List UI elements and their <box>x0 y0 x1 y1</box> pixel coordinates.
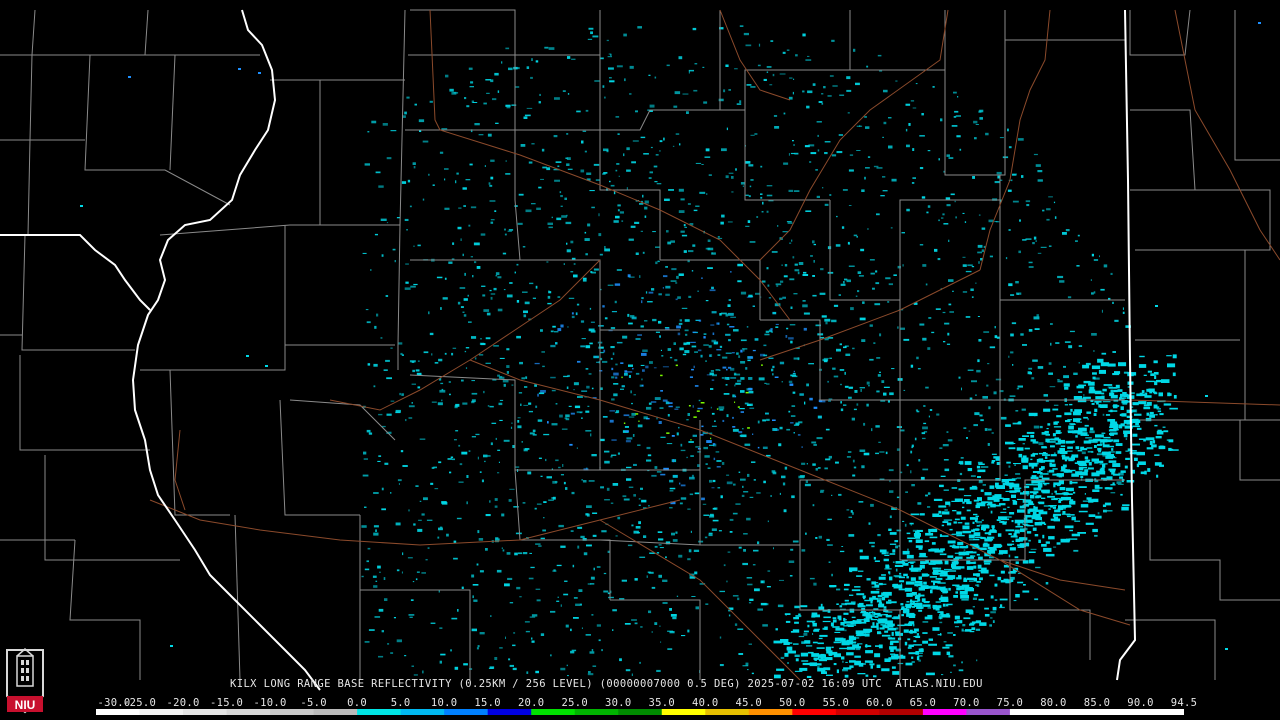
scale-label: -5.0 <box>300 697 327 709</box>
radar-site-marker <box>673 376 687 390</box>
scale-label: 35.0 <box>648 697 675 709</box>
scale-label: 75.0 <box>996 697 1024 709</box>
scale-swatch <box>618 709 663 715</box>
product-caption: KILX LONG RANGE BASE REFLECTIVITY (0.25K… <box>230 678 983 690</box>
scale-swatch <box>966 709 1011 715</box>
scale-label: 25.0 <box>561 697 588 709</box>
color-scale-labels: -30.0 -25.0 -20.0 -15.0 -10.0 -5.0 0.0 5.0 10.0 1… <box>0 697 1280 709</box>
scale-label: 30.0 <box>604 697 632 709</box>
scale-label: -25.0 <box>122 697 157 709</box>
scale-swatch <box>1009 709 1054 715</box>
scale-label: 0.0 <box>347 697 368 709</box>
scale-swatch <box>270 709 315 715</box>
scale-label: 5.0 <box>390 697 411 709</box>
scale-swatch <box>444 709 489 715</box>
scale-label: 60.0 <box>866 697 893 709</box>
scale-label: 10.0 <box>430 697 458 709</box>
scale-label: -10.0 <box>253 697 287 709</box>
radar-map <box>0 0 1280 720</box>
scale-label: -15.0 <box>209 697 244 709</box>
scale-label: 80.0 <box>1040 697 1067 709</box>
scale-swatch <box>226 709 271 715</box>
scale-swatch <box>835 709 880 715</box>
scale-swatch <box>1096 709 1141 715</box>
scale-swatch <box>139 709 184 715</box>
scale-swatch <box>792 709 837 715</box>
scale-swatch <box>705 709 750 715</box>
scale-label: 50.0 <box>779 697 806 709</box>
scale-swatch <box>748 709 793 715</box>
scale-label: 45.0 <box>735 697 763 709</box>
scale-swatch <box>183 709 228 715</box>
scale-swatch <box>661 709 706 715</box>
scale-swatch <box>531 709 576 715</box>
scale-label: 55.0 <box>822 697 850 709</box>
scale-label: 85.0 <box>1083 697 1111 709</box>
scale-swatch <box>357 709 402 715</box>
color-scale-bar <box>96 709 1184 715</box>
scale-swatch <box>1053 709 1098 715</box>
scale-label: 20.0 <box>517 697 545 709</box>
scale-label: 65.0 <box>909 697 937 709</box>
scale-swatch <box>96 709 141 715</box>
scale-swatch <box>400 709 445 715</box>
scale-swatch <box>1140 709 1184 715</box>
scale-label: 90.0 <box>1127 697 1154 709</box>
scale-swatch <box>313 709 358 715</box>
scale-label: 94.5 <box>1170 697 1198 709</box>
scale-swatch <box>879 709 924 715</box>
scale-swatch <box>487 709 532 715</box>
scale-label: 15.0 <box>474 697 501 709</box>
scale-swatch <box>574 709 619 715</box>
scale-label: 70.0 <box>953 697 980 709</box>
scale-label: -20.0 <box>166 697 200 709</box>
scale-label: 40.0 <box>692 697 719 709</box>
scale-swatch <box>922 709 967 715</box>
